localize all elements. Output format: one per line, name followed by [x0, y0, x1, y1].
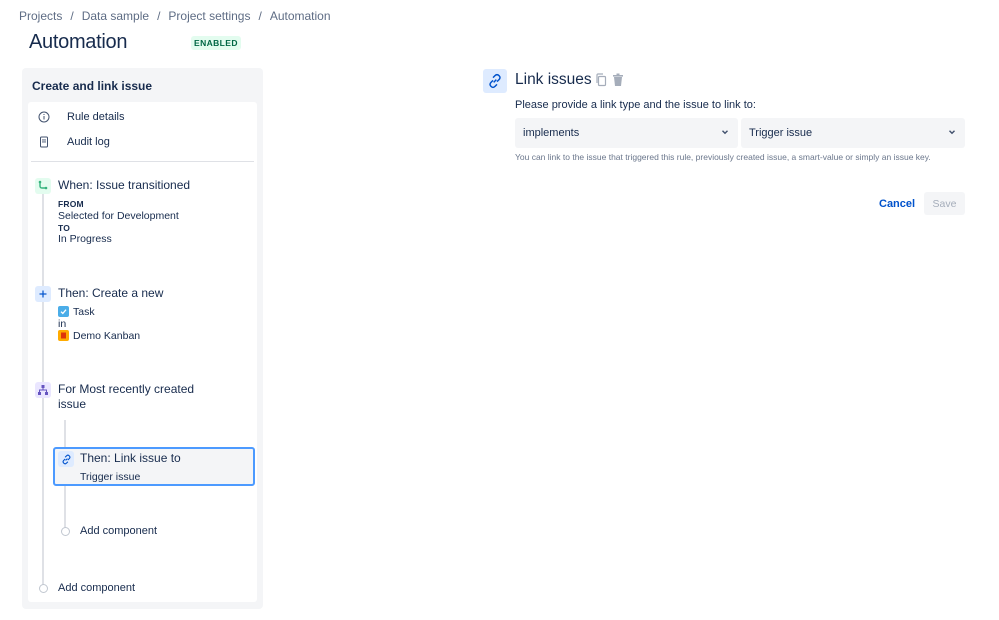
in-label: in [58, 318, 67, 330]
breadcrumb-projects[interactable]: Projects [19, 9, 62, 23]
link-issues-icon [483, 69, 507, 93]
breadcrumb-separator: / [258, 9, 262, 23]
chevron-down-icon [720, 127, 730, 140]
rule-name[interactable]: Create and link issue [32, 79, 152, 93]
project-avatar-icon [58, 330, 69, 341]
copy-icon[interactable] [594, 73, 608, 87]
link-title: Then: Link issue to [80, 451, 181, 465]
to-label: TO [58, 223, 71, 233]
rule-details-label: Rule details [67, 111, 125, 123]
cancel-button[interactable]: Cancel [874, 193, 920, 215]
trigger-title: When: Issue transitioned [58, 178, 191, 192]
document-icon [37, 135, 51, 149]
from-label: FROM [58, 199, 84, 209]
editor-prompt: Please provide a link type and the issue… [515, 99, 756, 111]
add-component-inner-button[interactable]: Add component [80, 525, 157, 537]
link-type-select[interactable]: implements [515, 118, 738, 148]
branch-icon [35, 382, 51, 398]
add-component-outer-button[interactable]: Add component [58, 582, 135, 594]
breadcrumb-separator: / [157, 9, 161, 23]
add-component-dot [61, 527, 70, 536]
divider [31, 161, 254, 162]
page-title: Automation [29, 31, 128, 53]
task-icon [58, 306, 69, 317]
link-target-value: Trigger issue [749, 127, 813, 139]
audit-log-link[interactable]: Audit log [37, 132, 110, 152]
delete-icon[interactable] [611, 73, 625, 87]
link-target-select[interactable]: Trigger issue [741, 118, 965, 148]
link-detail: Trigger issue [80, 471, 141, 483]
link-type-value: implements [523, 127, 580, 139]
project-name: Demo Kanban [73, 330, 141, 342]
transition-icon [35, 178, 51, 194]
breadcrumb-automation[interactable]: Automation [270, 9, 331, 23]
breadcrumb-project-settings[interactable]: Project settings [168, 9, 250, 23]
branch-title-line2: issue [58, 397, 87, 411]
save-button[interactable]: Save [924, 192, 965, 215]
breadcrumb: Projects / Data sample / Project setting… [19, 9, 331, 23]
to-value: In Progress [58, 233, 112, 245]
audit-log-label: Audit log [67, 136, 110, 148]
add-component-dot [39, 584, 48, 593]
breadcrumb-data-sample[interactable]: Data sample [82, 9, 149, 23]
create-title: Then: Create a new [58, 286, 164, 300]
issue-type: Task [73, 306, 95, 318]
breadcrumb-separator: / [70, 9, 74, 23]
chevron-down-icon [947, 127, 957, 140]
plus-icon [35, 286, 51, 302]
rule-details-link[interactable]: Rule details [37, 107, 124, 127]
status-badge: ENABLED [191, 36, 241, 50]
editor-title: Link issues [515, 71, 592, 88]
info-icon [37, 110, 51, 124]
helper-text: You can link to the issue that triggered… [515, 152, 931, 162]
link-icon [58, 451, 74, 467]
branch-title-line1: For Most recently created [58, 382, 195, 396]
from-value: Selected for Development [58, 210, 179, 222]
